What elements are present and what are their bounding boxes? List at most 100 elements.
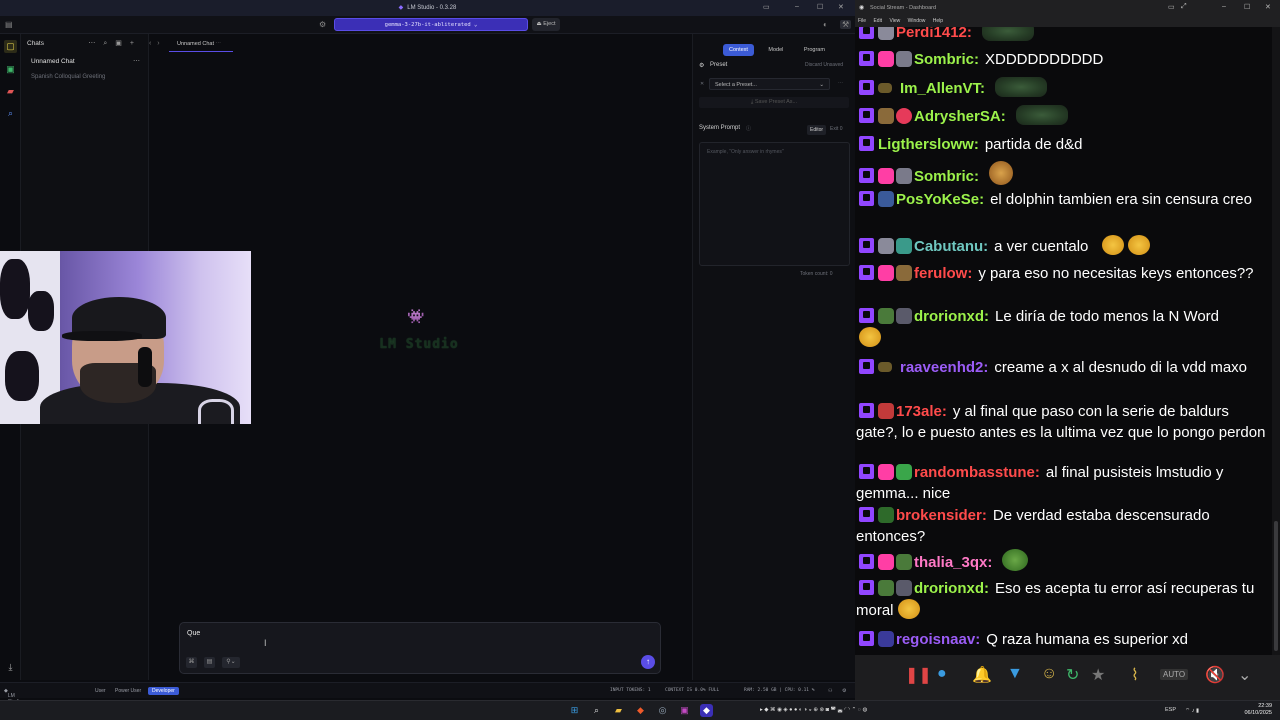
broom-icon[interactable]: ⌇ bbox=[1131, 665, 1139, 685]
chat-scrollbar[interactable] bbox=[1272, 27, 1280, 655]
sidebar-toggle-icon[interactable]: ▭ bbox=[763, 3, 770, 11]
sync-icon[interactable]: ↻ bbox=[1066, 665, 1079, 685]
collapse-icon[interactable]: ⌄ bbox=[1238, 665, 1251, 685]
eject-button[interactable]: ⏏ Eject bbox=[532, 18, 560, 31]
ss-popout-icon[interactable]: ⤢ bbox=[1181, 3, 1187, 11]
start-icon[interactable]: ⊞ bbox=[568, 704, 581, 717]
emote-icon bbox=[995, 77, 1048, 97]
mute-icon[interactable]: 🔇 bbox=[1205, 665, 1225, 685]
language-indicator[interactable]: ESP bbox=[1165, 707, 1176, 713]
chat-item-spanish[interactable]: Spanish Colloquial Greeting bbox=[31, 74, 105, 80]
settings-gear-icon[interactable]: ⚙ bbox=[842, 688, 846, 694]
minimize-icon[interactable]: – bbox=[795, 3, 799, 10]
maximize-icon[interactable]: ☐ bbox=[817, 3, 823, 11]
download-icon[interactable]: ⤓ bbox=[4, 661, 17, 674]
ss-pip-icon[interactable]: ▭ bbox=[1168, 3, 1175, 11]
emote-icon bbox=[897, 599, 920, 619]
lm-studio-taskbar-icon[interactable]: ◆ bbox=[700, 704, 713, 717]
twitch-icon bbox=[859, 554, 874, 569]
tools-icon[interactable]: ⚒ bbox=[840, 20, 852, 29]
twitch-icon bbox=[859, 464, 874, 479]
tab-model[interactable]: Model bbox=[762, 44, 789, 56]
tab-context[interactable]: Context bbox=[723, 44, 754, 56]
mode-power-user[interactable]: Power User bbox=[115, 688, 141, 694]
chat-item-menu-icon[interactable]: ⋯ bbox=[133, 57, 140, 65]
twitch-icon bbox=[859, 27, 874, 39]
scrollbar-thumb[interactable] bbox=[1274, 521, 1278, 651]
tab-program[interactable]: Program bbox=[798, 44, 831, 56]
pause-icon[interactable]: ❚❚ bbox=[905, 665, 932, 685]
message-composer[interactable]: Que I ⌘ ▤ ⚲⌄ ↑ bbox=[179, 622, 661, 674]
send-button[interactable]: ↑ bbox=[641, 655, 655, 669]
menu-help[interactable]: Help bbox=[933, 18, 943, 24]
plugin-icon[interactable]: ⚲⌄ bbox=[222, 657, 240, 668]
attach-icon[interactable]: ⌘ bbox=[186, 657, 197, 668]
ss-minimize-icon[interactable]: – bbox=[1222, 3, 1226, 10]
preset-select[interactable]: Select a Preset... ⌄ bbox=[709, 78, 830, 90]
chat-username: thalia_3qx: bbox=[914, 554, 993, 571]
ss-close-icon[interactable]: ✕ bbox=[1265, 3, 1271, 11]
search-chats-icon[interactable]: ⌕ bbox=[103, 40, 115, 47]
tab-menu-icon[interactable]: ⋯ bbox=[216, 41, 222, 47]
cap-brim bbox=[62, 331, 142, 341]
exit-label[interactable]: Exit 0 bbox=[830, 126, 843, 132]
menu-edit[interactable]: Edit bbox=[873, 18, 882, 24]
bell-icon[interactable]: 🔔 bbox=[972, 665, 992, 685]
brave-icon[interactable]: ◆ bbox=[634, 704, 647, 717]
layout-icon[interactable]: ▤ bbox=[5, 20, 13, 29]
mode-developer[interactable]: Developer bbox=[148, 687, 179, 695]
developer-icon[interactable]: ▣ bbox=[4, 63, 17, 76]
chat-icon[interactable]: ▢ bbox=[4, 40, 17, 53]
close-icon[interactable]: ✕ bbox=[838, 3, 844, 11]
folder-icon[interactable]: ▰ bbox=[4, 85, 17, 98]
nav-arrows: ‹ › bbox=[149, 40, 160, 47]
menu-view[interactable]: View bbox=[889, 18, 900, 24]
pickaxe-badge-icon bbox=[896, 308, 912, 324]
search-icon[interactable]: ⌕ bbox=[4, 107, 17, 120]
star-icon[interactable]: ★ bbox=[1091, 665, 1105, 685]
badge-icon bbox=[878, 580, 894, 596]
chat-bubble-icon[interactable]: ● bbox=[937, 665, 947, 683]
editor-button[interactable]: Editor bbox=[807, 125, 827, 135]
composer-input[interactable]: Que bbox=[187, 630, 200, 637]
mode-user[interactable]: User bbox=[95, 688, 106, 694]
tray-icons[interactable]: ▸ ◆ ⌘ ◉ ◈ ● ● ◐ ◑ ◒ ⊕ ⊗ ◙ ◚ ◛ ◜ ◝ ⌃ ◌ ◍ bbox=[760, 707, 867, 713]
clock[interactable]: 22:39 06/10/2025 bbox=[1244, 703, 1272, 717]
more-icon[interactable]: ⋯ bbox=[88, 40, 103, 47]
menu-file[interactable]: File bbox=[858, 18, 866, 24]
model-name: gemma-3-27b-it-abliterated bbox=[384, 22, 471, 28]
auto-button[interactable]: AUTO bbox=[1160, 669, 1189, 680]
menu-window[interactable]: Window bbox=[908, 18, 926, 24]
save-preset-button[interactable]: ⤓ Save Preset As... bbox=[699, 97, 849, 108]
taskbar-search-icon[interactable]: ⌕ bbox=[590, 704, 603, 717]
steam-icon[interactable]: ◎ bbox=[656, 704, 669, 717]
back-icon[interactable]: ‹ bbox=[149, 40, 151, 47]
chat-text: y para eso no necesitas keys entonces?? bbox=[978, 265, 1254, 282]
chat-item-unnamed[interactable]: Unnamed Chat bbox=[31, 58, 75, 65]
ss-maximize-icon[interactable]: ☐ bbox=[1244, 3, 1250, 11]
model-selector[interactable]: gemma-3-27b-it-abliterated ⌄ bbox=[334, 18, 528, 31]
system-prompt-input[interactable]: Example, "Only answer in rhymes" bbox=[699, 142, 850, 266]
filter-icon[interactable]: ▼ bbox=[1007, 665, 1023, 683]
clear-preset-icon[interactable]: ✕ bbox=[700, 81, 704, 87]
forward-icon[interactable]: › bbox=[157, 40, 159, 47]
preset-more-icon[interactable]: ⋯ bbox=[838, 80, 843, 86]
network-volume-icon[interactable]: ⌔ ♪ ▮ bbox=[1185, 707, 1199, 714]
new-chat-icon[interactable]: + bbox=[130, 40, 142, 47]
discard-unsaved-link[interactable]: Discard Unsaved bbox=[805, 62, 843, 68]
twitch-icon bbox=[859, 51, 874, 66]
sub-badge-icon bbox=[878, 168, 894, 184]
theme-icon[interactable]: ◐ bbox=[823, 20, 828, 29]
file-explorer-icon[interactable]: ▰ bbox=[612, 704, 625, 717]
app-icon[interactable]: ▣ bbox=[678, 704, 691, 717]
tab-unnamed-chat[interactable]: Unnamed Chat ⋯ bbox=[169, 34, 233, 52]
emoji-icon[interactable]: ☺ bbox=[1041, 665, 1057, 683]
settings-icon[interactable]: ⚙ bbox=[319, 20, 326, 29]
new-folder-icon[interactable]: ▣ bbox=[115, 40, 130, 47]
image-icon[interactable]: ▤ bbox=[204, 657, 215, 668]
clock-time: 22:39 bbox=[1258, 703, 1272, 709]
help-icon[interactable]: ⓘ bbox=[746, 125, 751, 132]
account-icon[interactable]: ⚇ bbox=[828, 688, 832, 694]
heart-badge-icon bbox=[896, 108, 912, 124]
emote-icon bbox=[1102, 235, 1125, 255]
